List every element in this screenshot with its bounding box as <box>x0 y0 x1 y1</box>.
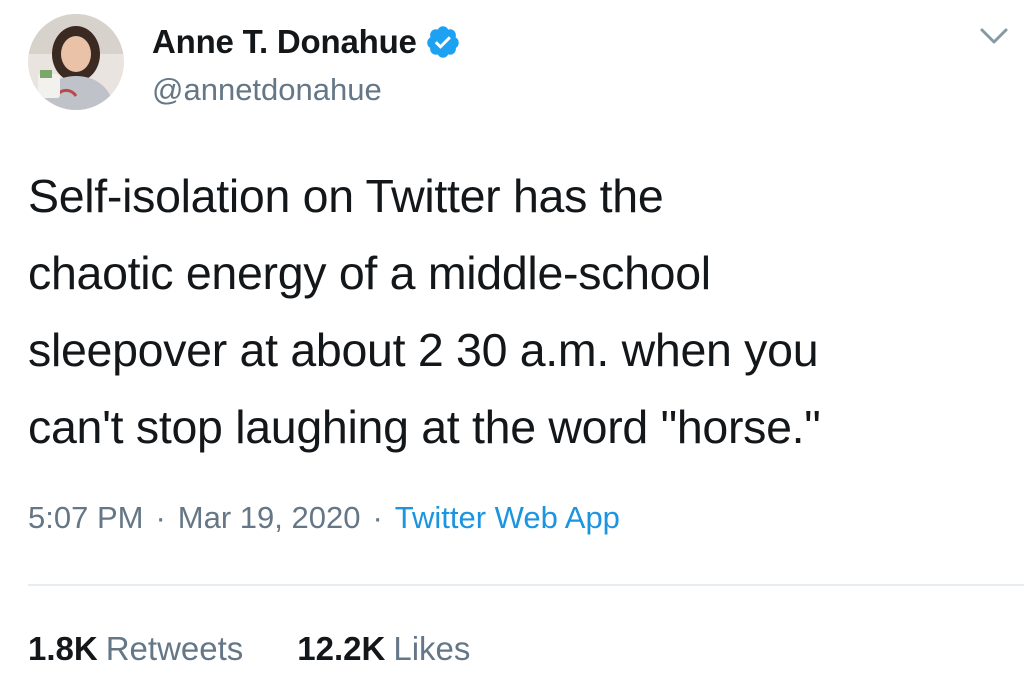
tweet-stats: 1.8K Retweets 12.2K Likes <box>28 630 470 668</box>
avatar[interactable] <box>28 14 124 110</box>
tweet-source-link[interactable]: Twitter Web App <box>395 500 620 536</box>
verified-badge-icon <box>425 24 461 60</box>
author-display-name[interactable]: Anne T. Donahue <box>152 23 417 61</box>
divider <box>28 584 1024 586</box>
tweet-meta: 5:07 PM · Mar 19, 2020 · Twitter Web App <box>28 500 620 536</box>
retweets-label: Retweets <box>105 630 244 667</box>
likes-stat[interactable]: 12.2K Likes <box>297 630 470 668</box>
tweet-text: Self-isolation on Twitter has the chaoti… <box>28 170 821 453</box>
author-name-row: Anne T. Donahue <box>152 20 461 64</box>
retweets-stat[interactable]: 1.8K Retweets <box>28 630 243 668</box>
tweet-time[interactable]: 5:07 PM <box>28 500 143 536</box>
tweet-date[interactable]: Mar 19, 2020 <box>178 500 361 536</box>
author-handle[interactable]: @annetdonahue <box>152 72 382 108</box>
retweets-count: 1.8K <box>28 630 98 667</box>
meta-separator: · <box>155 500 166 535</box>
tweet-card: Anne T. Donahue @annetdonahue Self-isola… <box>0 0 1024 699</box>
likes-count: 12.2K <box>297 630 386 667</box>
chevron-down-icon[interactable] <box>976 24 1012 48</box>
likes-label: Likes <box>393 630 471 667</box>
avatar-photo <box>28 14 124 110</box>
meta-separator: · <box>372 500 383 535</box>
